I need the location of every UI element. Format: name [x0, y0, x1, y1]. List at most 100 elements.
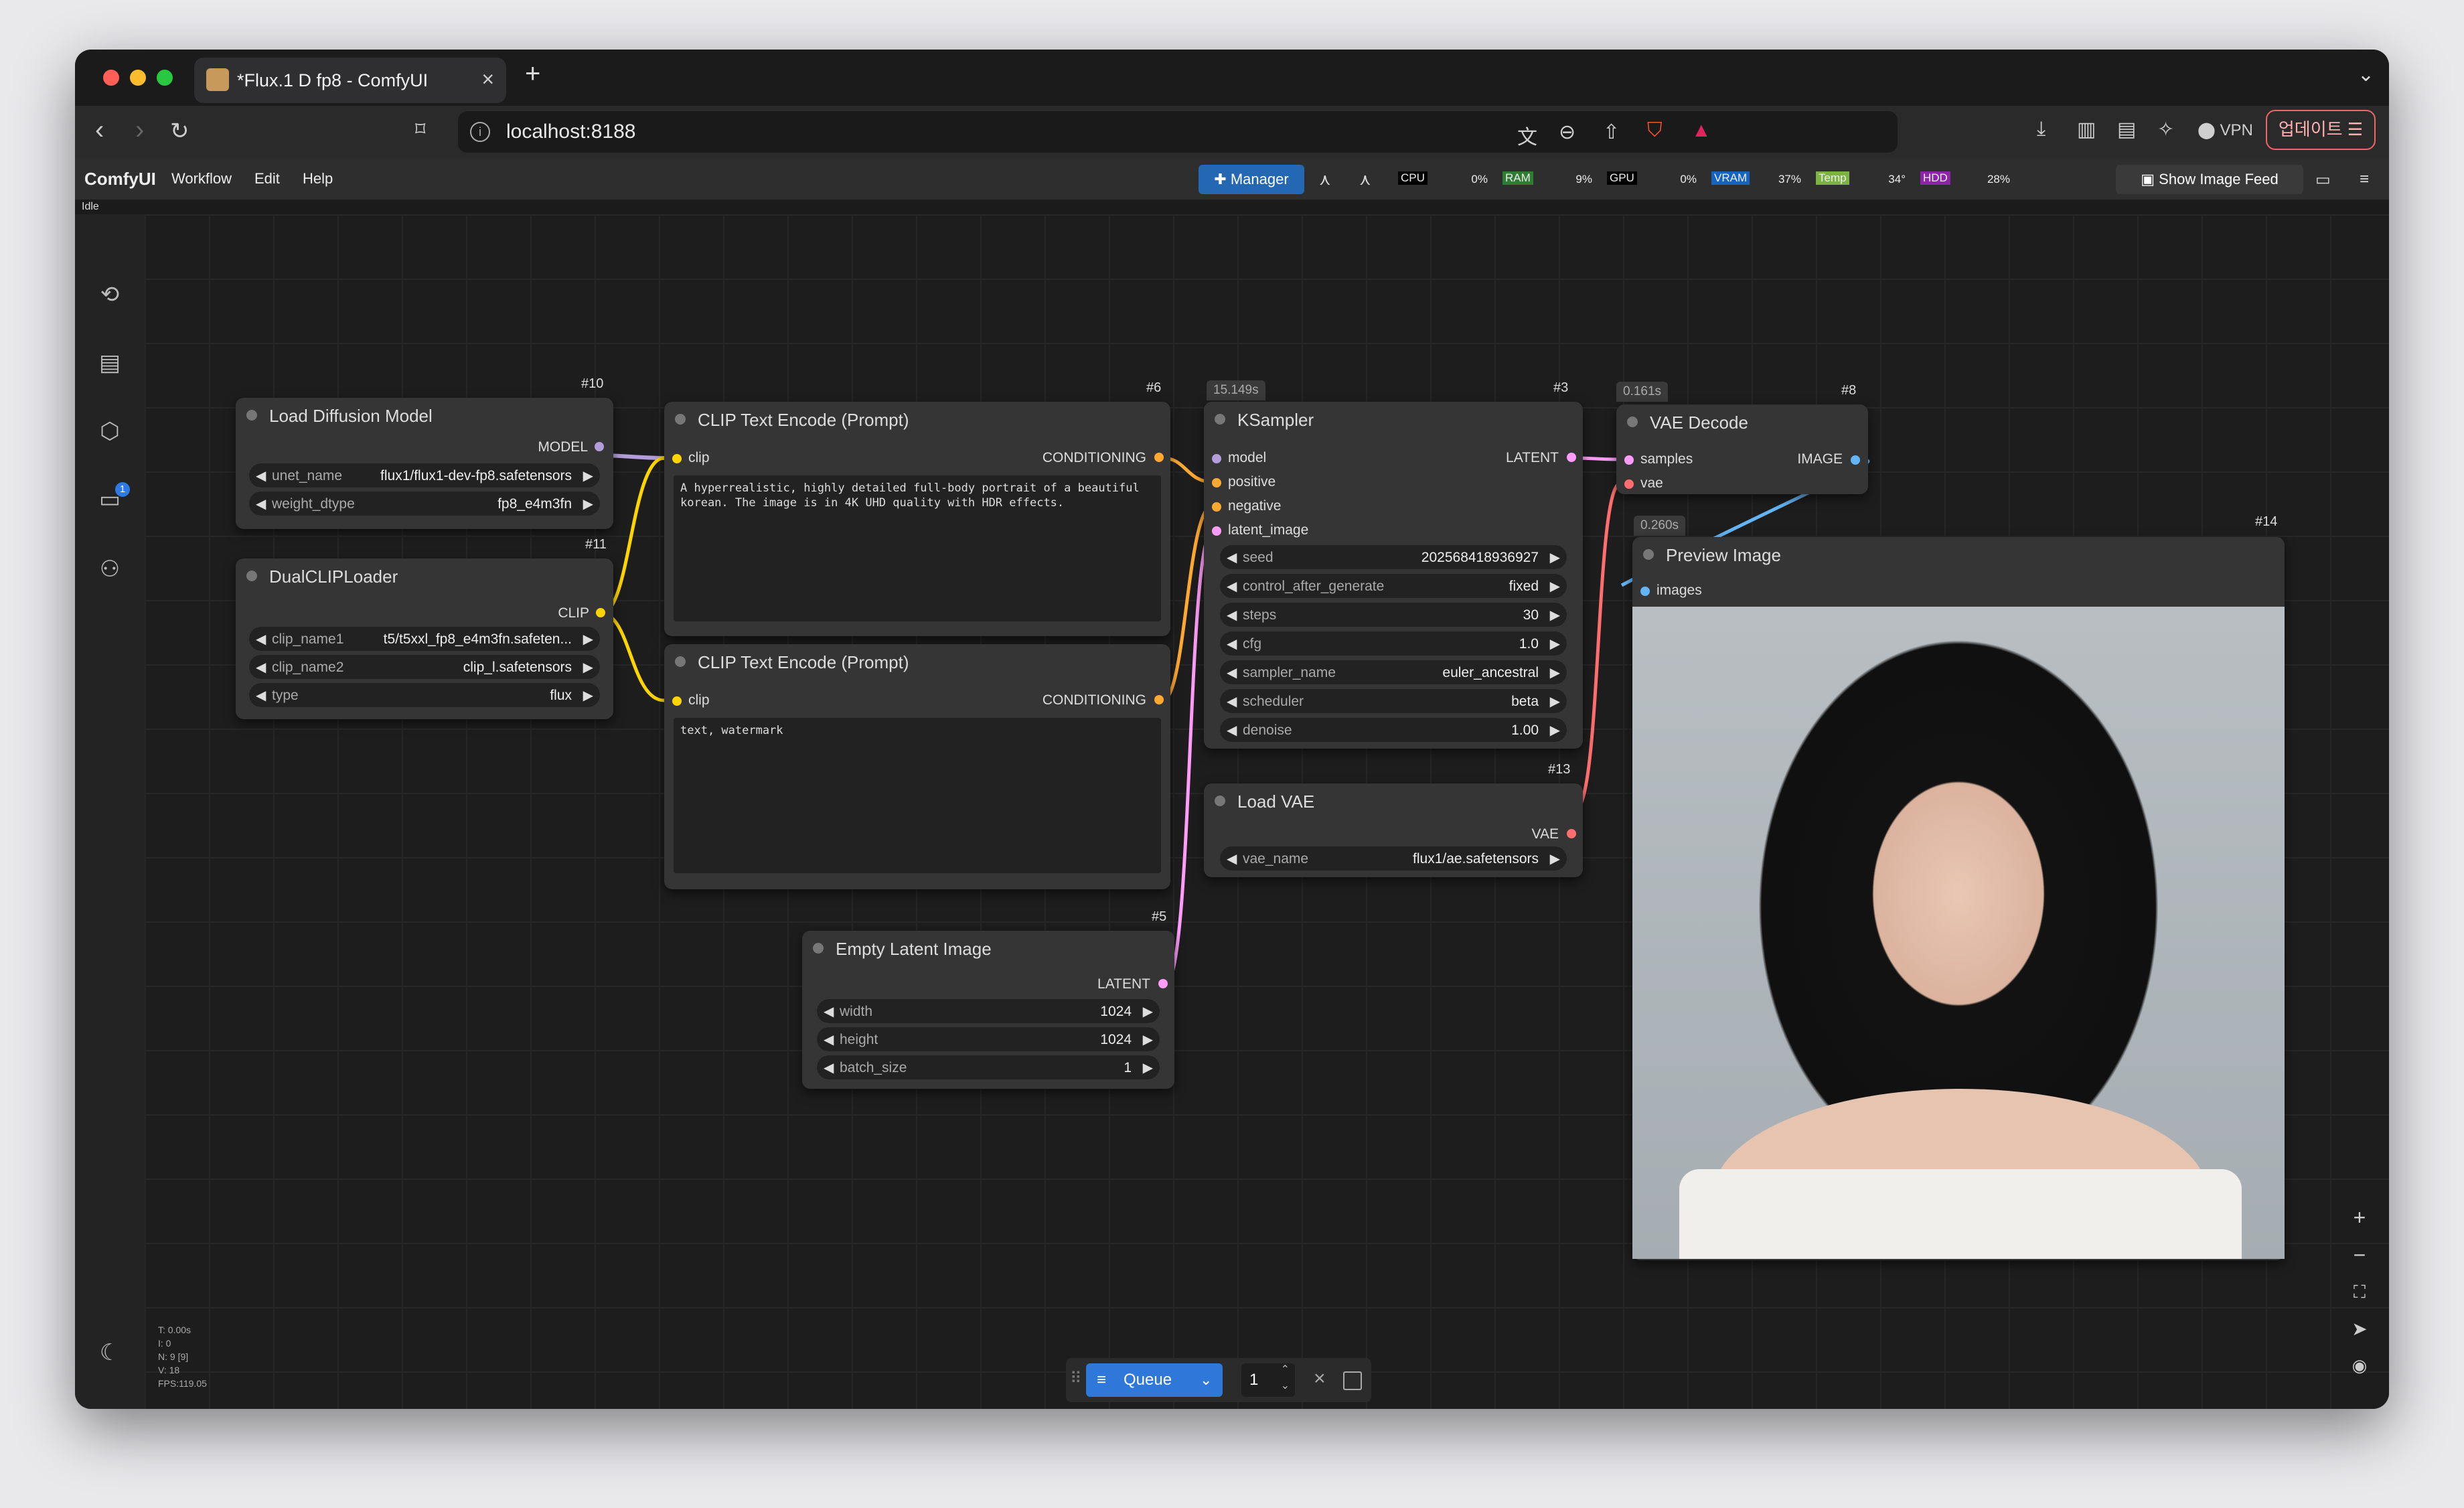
collapse-dot[interactable]	[675, 414, 686, 425]
output-label: CONDITIONING	[1042, 450, 1146, 465]
queue-button[interactable]: ≡ Queue ⌄	[1086, 1363, 1223, 1397]
stop-icon[interactable]	[1343, 1371, 1362, 1390]
node-id: #3	[1553, 380, 1569, 395]
decrement-icon[interactable]: ◀	[1227, 635, 1237, 652]
widget-clip-name2[interactable]: ◀ clip_name2 clip_l.safetensors ▶	[249, 655, 600, 679]
chevron-down-icon[interactable]: ⌄	[1200, 1363, 1212, 1397]
widget-type[interactable]: ◀ type flux ▶	[249, 683, 600, 707]
node-header: Empty Latent Image	[802, 931, 1174, 966]
widget-width[interactable]: ◀ width 1024 ▶	[817, 999, 1160, 1023]
decrement-icon[interactable]: ◀	[1227, 664, 1237, 681]
widget-sampler-name[interactable]: ◀ sampler_name euler_ancestral ▶	[1220, 660, 1567, 684]
collapse-dot[interactable]	[1215, 414, 1225, 425]
collapse-dot[interactable]	[246, 571, 257, 581]
widget-clip-name1[interactable]: ◀ clip_name1 t5/t5xxl_fp8_e4m3fn.safeten..…	[249, 627, 600, 651]
widget-vae-name[interactable]: ◀ vae_name flux1/ae.safetensors ▶	[1220, 846, 1567, 871]
node-dual-clip-loader[interactable]: DualCLIPLoader CLIP ◀ clip_name1 t5/t5xxl_…	[236, 558, 613, 719]
widget-weight-dtype[interactable]: ◀ weight_dtype fp8_e4m3fn ▶	[249, 492, 600, 516]
widget-steps[interactable]: ◀ steps 30 ▶	[1220, 603, 1567, 627]
widget-value: 1024	[1100, 1032, 1132, 1047]
node-id: #10	[581, 376, 604, 391]
collapse-dot[interactable]	[675, 656, 686, 667]
node-vae-decode[interactable]: VAE Decode samples vae IMAGE	[1616, 404, 1868, 494]
node-clip-text-encode-positive[interactable]: CLIP Text Encode (Prompt) clip CONDITION…	[664, 402, 1170, 636]
output-slot-conditioning[interactable]	[1154, 695, 1164, 704]
widget-seed[interactable]: ◀ seed 202568418936927 ▶	[1220, 545, 1567, 569]
output-slot-conditioning[interactable]	[1154, 453, 1164, 462]
node-id: #11	[585, 537, 607, 552]
node-load-diffusion-model[interactable]: Load Diffusion Model MODEL ◀ unet_name flu…	[236, 398, 613, 529]
input-slot-latent-image[interactable]	[1212, 526, 1221, 536]
widget-value: beta	[1511, 694, 1539, 709]
toggle-links-visibility-icon[interactable]: ◉	[2346, 1355, 2373, 1376]
increment-icon[interactable]: ▶	[1550, 635, 1560, 652]
output-slot-model[interactable]	[595, 442, 604, 451]
node-empty-latent-image[interactable]: Empty Latent Image LATENT ◀ width 1024 ▶ ◀ h…	[802, 931, 1174, 1089]
widget-scheduler[interactable]: ◀ scheduler beta ▶	[1220, 689, 1567, 713]
collapse-dot[interactable]	[1643, 549, 1654, 560]
cancel-icon[interactable]: ×	[1314, 1367, 1326, 1390]
batch-count-input[interactable]: 1 ⌃ ⌄	[1241, 1363, 1295, 1397]
widget-value: 1.00	[1511, 723, 1539, 738]
node-ksampler[interactable]: KSampler model positive negative latent_…	[1204, 402, 1583, 749]
increment-icon[interactable]: ▶	[1550, 722, 1560, 739]
node-id: #13	[1548, 762, 1571, 777]
input-label: model	[1228, 450, 1267, 465]
decrement-icon[interactable]: ◀	[1227, 549, 1237, 566]
output-slot-latent[interactable]	[1567, 453, 1576, 462]
widget-label: sampler_name	[1243, 665, 1336, 680]
widget-value: fixed	[1509, 579, 1539, 594]
collapse-dot[interactable]	[246, 410, 257, 421]
input-label: clip	[688, 450, 710, 465]
output-slot-image[interactable]	[1851, 455, 1860, 465]
decrement-icon[interactable]: ◀	[1227, 578, 1237, 595]
widget-value: 30	[1523, 607, 1539, 623]
zoom-out-icon[interactable]: −	[2346, 1243, 2373, 1268]
collapse-dot[interactable]	[1627, 417, 1638, 427]
input-slot-clip[interactable]	[672, 454, 682, 463]
input-label: negative	[1228, 498, 1282, 514]
input-slot-samples[interactable]	[1624, 455, 1634, 465]
increment-icon[interactable]: ▶	[1550, 607, 1560, 623]
widget-unet-name[interactable]: ◀ unet_name flux1/flux1-dev-fp8.safetensor…	[249, 463, 600, 487]
drag-handle-icon[interactable]: ⠿	[1070, 1369, 1082, 1388]
node-header: Load VAE	[1204, 783, 1583, 818]
input-slot-positive[interactable]	[1212, 478, 1221, 487]
increment-icon[interactable]: ▶	[1550, 693, 1560, 710]
increment-icon[interactable]: ▶	[1550, 578, 1560, 595]
node-id: #14	[2255, 514, 2278, 529]
zoom-in-icon[interactable]: +	[2346, 1205, 2373, 1230]
input-slot-clip[interactable]	[672, 696, 682, 706]
node-load-vae[interactable]: Load VAE VAE ◀ vae_name flux1/ae.safetenso…	[1204, 783, 1583, 877]
input-slot-images[interactable]	[1640, 587, 1650, 596]
decrement-icon[interactable]: ◀	[1227, 693, 1237, 710]
node-title: DualCLIPLoader	[269, 567, 398, 587]
input-slot-model[interactable]	[1212, 454, 1221, 463]
collapse-dot[interactable]	[813, 943, 824, 954]
widget-label: cfg	[1243, 636, 1262, 652]
prompt-textarea[interactable]: text, watermark	[674, 718, 1161, 873]
increment-icon[interactable]: ▶	[1550, 549, 1560, 566]
decrement-icon[interactable]: ◀	[1227, 607, 1237, 623]
input-slot-vae[interactable]	[1624, 479, 1634, 489]
increment-icon[interactable]: ▶	[1550, 664, 1560, 681]
widget-denoise[interactable]: ◀ denoise 1.00 ▶	[1220, 718, 1567, 742]
widget-height[interactable]: ◀ height 1024 ▶	[817, 1027, 1160, 1051]
decrement-icon[interactable]: ◀	[1227, 722, 1237, 739]
widget-value: 1024	[1100, 1004, 1132, 1019]
node-header: CLIP Text Encode (Prompt)	[664, 644, 1170, 679]
select-mode-icon[interactable]: ➤	[2346, 1318, 2373, 1340]
prompt-textarea[interactable]: A hyperrealistic, highly detailed full-b…	[674, 475, 1161, 621]
node-title: Load Diffusion Model	[269, 406, 433, 426]
fit-view-icon[interactable]: ⛶	[2346, 1282, 2373, 1303]
widget-batch-size[interactable]: ◀ batch_size 1 ▶	[817, 1055, 1160, 1079]
widget-control-after-generate[interactable]: ◀ control_after_generate fixed ▶	[1220, 574, 1567, 598]
output-slot-clip[interactable]	[596, 608, 605, 617]
widget-cfg[interactable]: ◀ cfg 1.0 ▶	[1220, 631, 1567, 656]
output-slot-vae[interactable]	[1567, 829, 1576, 838]
stepper-icon[interactable]: ⌃ ⌄	[1281, 1362, 1290, 1394]
input-slot-negative[interactable]	[1212, 502, 1221, 512]
output-slot-latent[interactable]	[1158, 979, 1168, 988]
collapse-dot[interactable]	[1215, 796, 1225, 806]
node-clip-text-encode-negative[interactable]: CLIP Text Encode (Prompt) clip CONDITION…	[664, 644, 1170, 889]
